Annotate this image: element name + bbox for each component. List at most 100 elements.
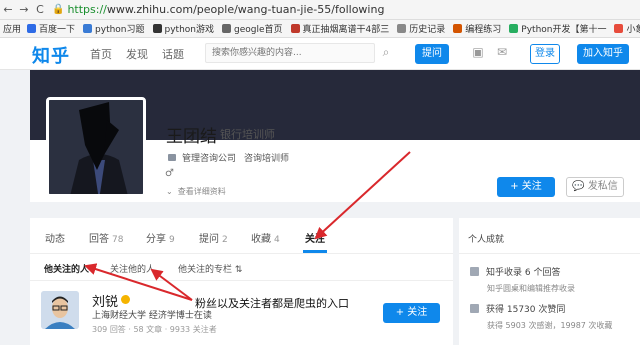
bookmark-icon xyxy=(453,24,463,33)
briefcase-icon xyxy=(168,154,176,161)
annotation-text: 粉丝以及关注者都是爬虫的入口 xyxy=(195,297,349,310)
tab-label: 收藏 xyxy=(251,234,271,245)
send-message-button[interactable]: 💬 发私信 xyxy=(566,177,624,197)
tab-label: 关注 xyxy=(305,234,325,245)
follow-button[interactable]: + 关注 xyxy=(497,177,555,197)
login-button[interactable]: 登录 xyxy=(530,44,560,64)
bookmark-icon xyxy=(27,24,37,33)
tab-shares[interactable]: 分享 9 xyxy=(146,230,175,245)
bookmark-item[interactable]: python游戏 xyxy=(152,22,214,35)
achievement-label: 知乎收录 6 个回答 xyxy=(486,268,561,278)
send-message-label: 发私信 xyxy=(587,181,618,192)
profile-name: 王团结 xyxy=(166,127,217,147)
bookmark-label: 历史记录 xyxy=(409,25,446,35)
tab-label: 提问 xyxy=(199,234,219,245)
ask-button[interactable]: 提问 xyxy=(415,44,449,64)
subtab-following[interactable]: 他关注的人 xyxy=(44,262,89,275)
tab-count: 78 xyxy=(112,235,124,245)
user-stats: 309 回答 · 58 文章 · 9933 关注者 xyxy=(92,325,217,334)
chat-icon: 💬 xyxy=(572,181,585,192)
search-input[interactable] xyxy=(205,43,375,63)
gender-icon: ♂ xyxy=(165,168,174,179)
bookmark-icon xyxy=(222,24,231,33)
notification-icon[interactable]: ▣ xyxy=(470,45,486,61)
bookmark-item[interactable]: 小象学院 - 中国最专 xyxy=(614,22,640,35)
achievement-label: 获得 15730 次赞同 xyxy=(486,305,566,315)
profile-detail-link[interactable]: ⌄ 查看详细资料 xyxy=(166,186,226,197)
bookmark-label: 小象学院 - 中国最专 xyxy=(626,25,640,35)
chevron-updown-icon: ⇅ xyxy=(234,265,243,275)
bookmark-label: 百度一下 xyxy=(39,25,76,35)
bookmark-item[interactable]: Python开发【第十一 xyxy=(509,22,606,35)
url-scheme: https:// xyxy=(67,3,107,16)
subtab-columns[interactable]: 他关注的专栏 ⇅ xyxy=(178,262,242,275)
bookmark-label: 编程练习 xyxy=(465,25,502,35)
bookmark-icon xyxy=(290,24,300,33)
follow-user-button[interactable]: + 关注 xyxy=(383,303,440,323)
nav-explore[interactable]: 发现 xyxy=(126,46,148,62)
divider xyxy=(30,280,453,281)
reload-icon[interactable]: C xyxy=(32,3,48,16)
profile-headline: 银行培训师 xyxy=(220,128,275,141)
tab-following[interactable]: 关注 xyxy=(305,230,325,245)
divider xyxy=(459,253,640,254)
active-tab-indicator xyxy=(303,250,327,253)
bookmark-item[interactable]: 百度一下 xyxy=(27,22,75,35)
bookmark-label: python习题 xyxy=(95,25,145,35)
profile-business: 管理咨询公司 咨询培训师 xyxy=(168,151,289,164)
profile-industry: 管理咨询公司 xyxy=(182,154,237,164)
bookmark-icon xyxy=(397,24,407,33)
bookmark-label: 真正抽烟离谱干4部三 xyxy=(302,25,390,35)
bookmark-icon xyxy=(152,24,162,33)
bookmark-label: python游戏 xyxy=(164,25,214,35)
tab-answers[interactable]: 回答 78 xyxy=(89,230,123,245)
avatar xyxy=(46,97,146,197)
bookmark-item[interactable]: 编程练习 xyxy=(453,22,501,35)
bookmark-label: geogle首页 xyxy=(234,25,283,35)
tab-collections[interactable]: 收藏 4 xyxy=(251,230,280,245)
site-logo[interactable]: 知乎 xyxy=(32,42,70,68)
achievement-sub: 获得 5903 次感谢，19987 次收藏 xyxy=(487,321,613,330)
bookmark-icon xyxy=(509,24,519,33)
bookmark-icon xyxy=(83,24,93,33)
join-button[interactable]: 加入知乎 xyxy=(577,44,629,64)
apps-bookmark[interactable]: 应用 xyxy=(3,22,21,35)
tab-label: 回答 xyxy=(89,234,109,245)
forward-icon[interactable]: → xyxy=(16,3,32,16)
bookmark-item[interactable]: 历史记录 xyxy=(397,22,445,35)
user-headline: 上海财经大学 经济学博士在读 xyxy=(92,311,212,321)
achievements-title: 个人成就 xyxy=(468,235,505,245)
user-avatar[interactable] xyxy=(41,291,79,329)
profile-detail-label: 查看详细资料 xyxy=(177,187,226,196)
message-icon[interactable]: ✉ xyxy=(494,45,510,61)
thumbs-up-icon xyxy=(470,304,479,313)
nav-topics[interactable]: 话题 xyxy=(162,46,184,62)
collection-icon xyxy=(470,267,479,276)
tab-count: 9 xyxy=(169,235,175,245)
tab-label: 分享 xyxy=(146,234,166,245)
tab-activities[interactable]: 动态 xyxy=(45,230,65,245)
tab-count: 4 xyxy=(274,235,280,245)
achievement-sub: 知乎圆桌和编辑推荐收录 xyxy=(487,284,575,293)
bookmark-item[interactable]: python习题 xyxy=(83,22,145,35)
url-path: www.zhihu.com/people/wang-tuan-jie-55/fo… xyxy=(106,3,385,16)
bookmark-item[interactable]: geogle首页 xyxy=(222,22,283,35)
bookmark-icon xyxy=(614,24,624,33)
tab-label: 动态 xyxy=(45,234,65,245)
url-field[interactable]: https://www.zhihu.com/people/wang-tuan-j… xyxy=(67,3,384,16)
site-header: 知乎 首页 发现 话题 ⌕ 提问 ▣ ✉ 登录 加入知乎 xyxy=(0,38,640,70)
profile-job: 咨询培训师 xyxy=(244,154,290,164)
back-icon[interactable]: ← xyxy=(0,3,16,16)
tab-questions[interactable]: 提问 2 xyxy=(199,230,228,245)
verified-badge-icon xyxy=(121,295,130,304)
lock-icon: 🔒 xyxy=(52,4,65,15)
search-icon[interactable]: ⌕ xyxy=(378,45,394,61)
subtab-followers[interactable]: 关注他的人 xyxy=(110,262,155,275)
bookmarks-bar: 应用 百度一下 python习题 python游戏 geogle首页 真正抽烟离… xyxy=(0,20,640,38)
tab-count: 2 xyxy=(222,235,228,245)
bookmark-label: Python开发【第十一 xyxy=(521,25,607,35)
browser-address-bar: ← → C 🔒 https://www.zhihu.com/people/wan… xyxy=(0,0,640,20)
bookmark-item[interactable]: 真正抽烟离谱干4部三 xyxy=(290,22,390,35)
nav-home[interactable]: 首页 xyxy=(90,46,112,62)
achievement-row: 知乎收录 6 个回答 xyxy=(470,265,560,278)
